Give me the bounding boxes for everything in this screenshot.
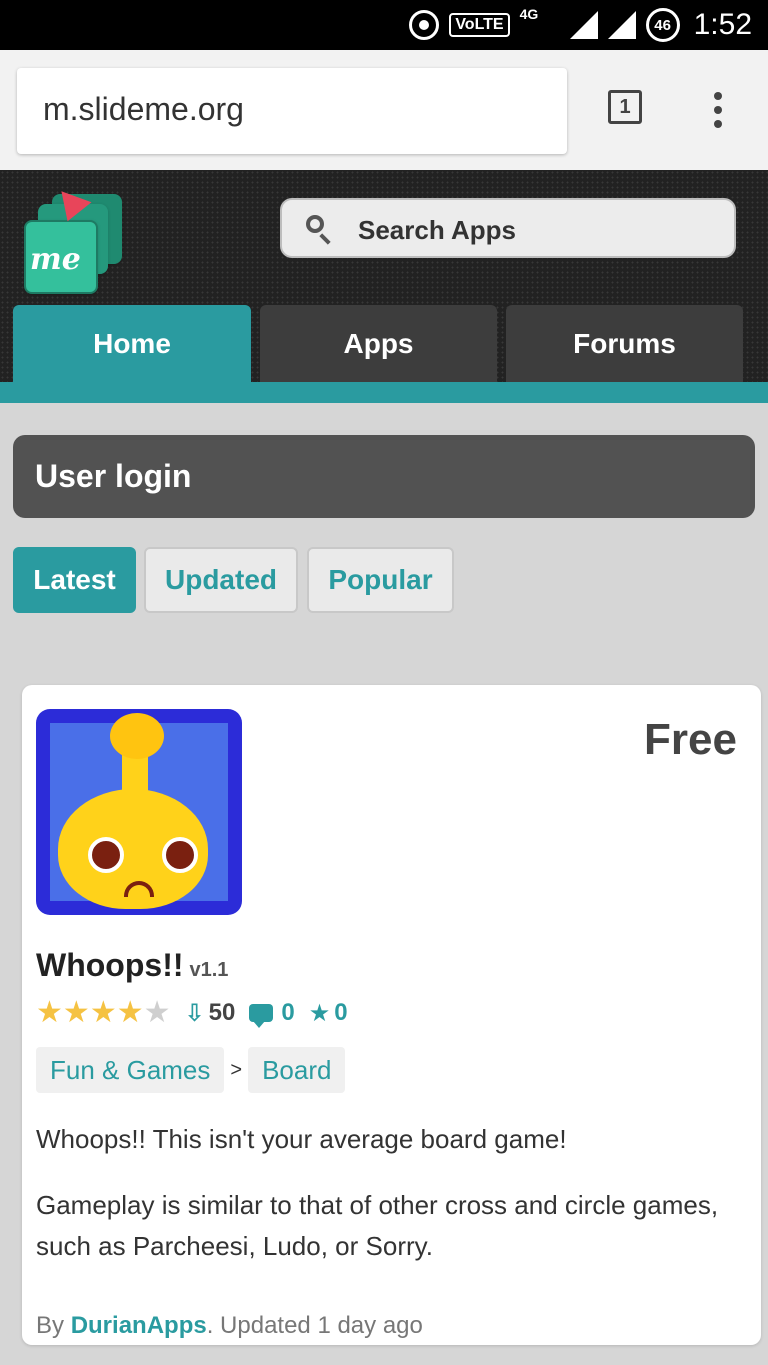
app-stats: ★ ★ ★ ★ ★ ⇩ 50 0 ★ 0 — [36, 995, 362, 1031]
battery-icon: 46 — [645, 8, 680, 42]
browser-toolbar: m.slideme.org 1 — [0, 50, 768, 170]
site-header: me Search Apps Home Apps Forums — [0, 170, 768, 385]
app-name[interactable]: Whoops!! — [36, 947, 184, 983]
app-byline: By DurianApps. Updated 1 day ago — [36, 1312, 423, 1340]
slideme-logo[interactable]: me — [22, 191, 124, 294]
star-empty-icon: ★ — [143, 996, 171, 1029]
app-price: Free — [644, 715, 737, 764]
star-filled-icon: ★ — [36, 996, 63, 1029]
updated-text: . Updated 1 day ago — [206, 1312, 423, 1339]
downloads-stat: ⇩ 50 — [185, 999, 236, 1028]
comment-count: 0 — [281, 999, 295, 1026]
favorites-stat: ★ 0 — [309, 999, 348, 1028]
download-icon: ⇩ — [184, 999, 205, 1027]
app-card[interactable]: Free Whoops!! v1.1 ★ ★ ★ ★ ★ ⇩ 50 0 ★ 0 Fun &… — [22, 685, 761, 1345]
author-link[interactable]: DurianApps — [71, 1312, 207, 1339]
download-count: 50 — [208, 999, 236, 1026]
user-login-button[interactable]: User login — [13, 435, 755, 518]
category-link-fun-games[interactable]: Fun & Games — [36, 1047, 225, 1093]
filter-tab-popular[interactable]: Popular — [307, 547, 454, 613]
comment-icon — [249, 1004, 274, 1028]
nav-tab-forums[interactable]: Forums — [506, 305, 743, 383]
app-icon[interactable] — [36, 709, 242, 915]
clock: 1:52 — [693, 8, 752, 41]
network-type-label: 4G — [519, 6, 539, 22]
search-input[interactable]: Search Apps — [280, 198, 736, 258]
by-label: By — [36, 1312, 65, 1339]
nav-tab-home[interactable]: Home — [13, 305, 251, 383]
star-filled-icon: ★ — [62, 996, 90, 1029]
app-description-body: Gameplay is similar to that of other cro… — [36, 1190, 719, 1261]
star-filled-icon: ★ — [116, 996, 144, 1029]
url-text: m.slideme.org — [43, 91, 244, 127]
nav-underline — [0, 382, 768, 403]
star-filled-icon: ★ — [89, 996, 117, 1029]
url-bar[interactable]: m.slideme.org — [17, 68, 567, 154]
app-title[interactable]: Whoops!! v1.1 — [36, 947, 228, 984]
app-description-intro: Whoops!! This isn't your average board g… — [36, 1124, 567, 1154]
app-version: v1.1 — [189, 959, 229, 981]
search-icon — [306, 215, 324, 233]
hotspot-icon — [409, 10, 440, 40]
overflow-menu-icon[interactable] — [712, 92, 724, 132]
breadcrumb-separator: > — [230, 1058, 243, 1081]
favorite-count: 0 — [334, 999, 348, 1026]
filter-tab-latest[interactable]: Latest — [13, 547, 136, 613]
filter-tab-updated[interactable]: Updated — [144, 547, 298, 613]
comments-stat: 0 — [249, 999, 295, 1028]
roaming-signal-icon — [607, 11, 636, 39]
volte-badge: VoLTE — [449, 13, 510, 37]
star-icon: ★ — [308, 999, 331, 1027]
status-bar: VoLTE 4G 46 1:52 — [0, 0, 768, 50]
rating-stars: ★ ★ ★ ★ ★ — [36, 998, 171, 1028]
nav-tab-apps[interactable]: Apps — [260, 305, 497, 383]
search-placeholder: Search Apps — [358, 215, 516, 245]
category-breadcrumb: Fun & Games > Board — [36, 1047, 346, 1093]
signal-icon — [569, 11, 598, 39]
category-link-board[interactable]: Board — [248, 1047, 346, 1093]
tab-switcher-icon[interactable]: 1 — [608, 90, 642, 124]
